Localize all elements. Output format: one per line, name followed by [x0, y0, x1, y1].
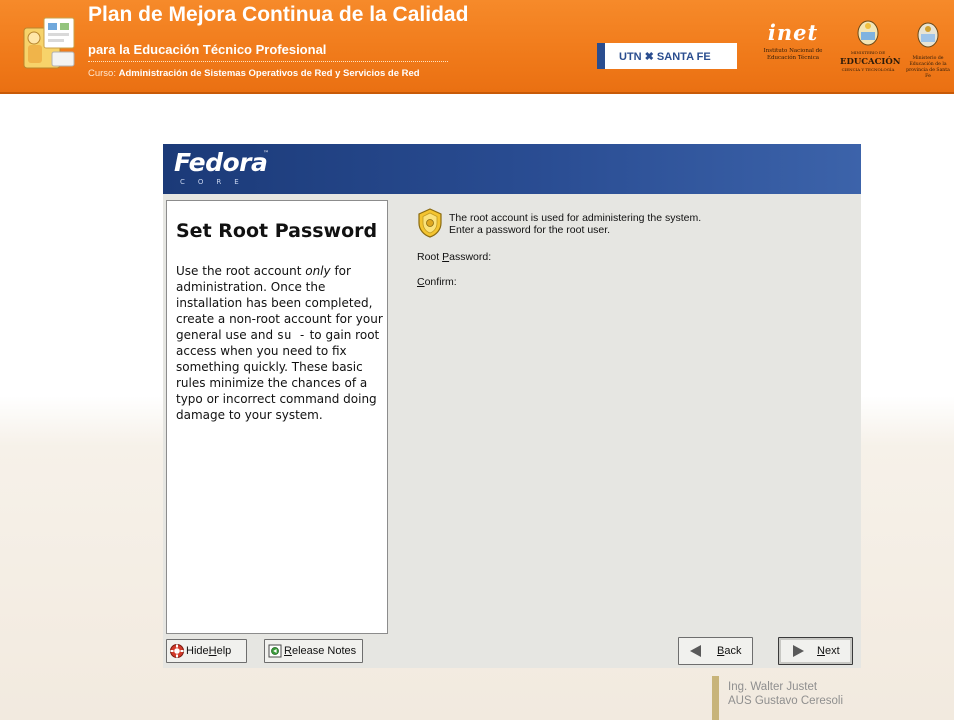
button-label-part: elp: [216, 645, 232, 657]
utn-logo: UTN ✖ SANTA FE: [597, 43, 737, 69]
provincial-seal-icon: [917, 22, 939, 48]
help-text: Use the root account only for administra…: [176, 263, 384, 423]
button-mnemonic: B: [717, 645, 725, 657]
label-mnemonic: C: [417, 276, 425, 288]
label-part: onfirm:: [424, 276, 457, 288]
education-bottom: CIENCIA Y TECNOLOGÍA: [841, 67, 895, 72]
button-label-part: elease Notes: [291, 645, 357, 657]
next-arrow-icon: [793, 645, 804, 657]
province-caption: Ministerio de Educación de la provincia …: [906, 56, 950, 79]
fedora-trademark: ™: [263, 150, 269, 157]
button-mnemonic: H: [208, 645, 217, 657]
footer-accent-bar: [712, 676, 719, 720]
santa-fe-ministry-logo: Ministerio de Educación de la provincia …: [906, 22, 950, 86]
help-text-part: to gain root access when you need to fix…: [176, 328, 380, 422]
slide-header: Plan de Mejora Continua de la Calidad pa…: [0, 0, 954, 94]
button-label-part: ext: [824, 645, 840, 657]
root-password-form: The root account is used for administeri…: [409, 200, 849, 634]
program-logo: [22, 14, 80, 72]
button-label-part: Hide: [186, 645, 209, 657]
confirm-label[interactable]: Confirm:: [417, 276, 457, 288]
footer-credits: Ing. Walter Justet AUS Gustavo Ceresoli: [728, 680, 843, 708]
header-divider: [88, 61, 448, 62]
intro-line-1: The root account is used for administeri…: [449, 212, 702, 224]
button-mnemonic: R: [284, 645, 292, 657]
inet-wordmark: inet: [767, 20, 819, 45]
back-button[interactable]: Back: [678, 637, 753, 665]
fedora-logo: Fedora: [174, 148, 268, 177]
root-password-label[interactable]: Root Password:: [417, 251, 491, 263]
header-title: Plan de Mejora Continua de la Calidad: [88, 3, 469, 26]
header-course: Curso: Administración de Sistemas Operat…: [88, 68, 420, 79]
label-part: assword:: [449, 251, 492, 263]
header-subtitle: para la Educación Técnico Profesional: [88, 42, 327, 57]
intro-text: The root account is used for administeri…: [449, 212, 701, 236]
fedora-core-label: CORE: [180, 178, 252, 186]
button-mnemonic: N: [817, 645, 825, 657]
credit-line-1: Ing. Walter Justet: [728, 681, 818, 693]
help-text-command: su -: [276, 328, 306, 342]
education-ministry-logo: MINISTERIO DE EDUCACIÓN CIENCIA Y TECNOL…: [840, 20, 901, 82]
label-part: Root: [417, 251, 443, 263]
intro-line-2: Enter a password for the root user.: [449, 224, 611, 236]
help-title: Set Root Password: [176, 220, 378, 242]
program-logo-icon: [23, 17, 75, 69]
hide-help-icon: [170, 644, 184, 658]
release-notes-button[interactable]: Release Notes: [264, 639, 363, 663]
education-wordmark: EDUCACIÓN: [840, 57, 901, 67]
help-panel[interactable]: Set Root Password Use the root account o…: [166, 200, 388, 634]
hide-help-button[interactable]: Hide Help: [166, 639, 247, 663]
credit-line-2: AUS Gustavo Ceresoli: [728, 695, 844, 707]
anaconda-installer-window: Fedora ™ CORE Set Root Password Use the …: [163, 144, 861, 668]
root-shield-icon: [418, 208, 442, 238]
fedora-banner: Fedora ™ CORE: [163, 144, 861, 194]
button-label-part: ack: [724, 645, 742, 657]
next-button[interactable]: Next: [778, 637, 853, 665]
help-text-emphasis: only: [305, 264, 331, 278]
help-text-part: Use the root account: [176, 264, 306, 278]
inet-logo: inet Instituto Nacional de Educación Téc…: [762, 22, 824, 80]
release-notes-icon: [268, 644, 282, 658]
inet-caption: Instituto Nacional de Educación Técnica: [763, 48, 823, 61]
national-seal-icon: [857, 20, 879, 46]
back-arrow-icon: [690, 645, 701, 657]
course-name: Administración de Sistemas Operativos de…: [118, 68, 420, 79]
course-prefix: Curso:: [88, 68, 116, 79]
education-top: MINISTERIO DE: [850, 50, 886, 55]
